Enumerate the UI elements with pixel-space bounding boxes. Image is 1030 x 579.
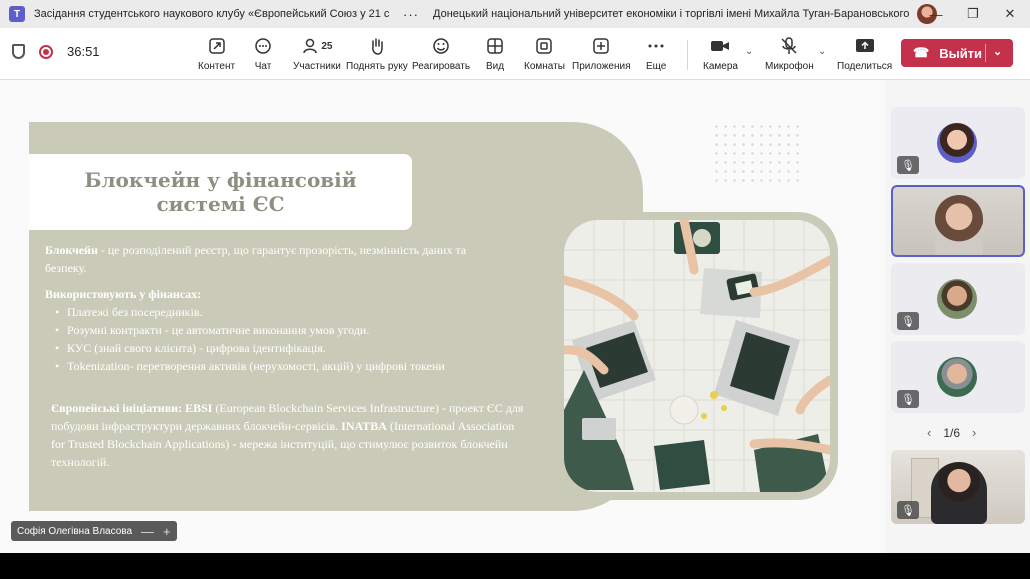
title-bar: T Засідання студентського наукового клуб… [0,0,1030,28]
meeting-timer: 36:51 [67,44,100,59]
list-item: Платежі без посередників. [45,303,515,321]
minimize-button[interactable]: — [916,0,956,28]
camera-icon [710,36,730,56]
react-button[interactable]: Реагировать [412,36,470,72]
list-item: КУС (знай свого клієнта) - цифрова ідент… [45,339,515,357]
zoom-out-icon[interactable]: — [141,524,154,539]
rooms-button[interactable]: Комнаты [524,36,565,72]
phone-hangup-icon: ☎ [913,45,930,60]
meeting-title: Засідання студентського наукового клубу … [34,8,389,20]
microphone-button[interactable]: Микрофон [765,36,814,72]
slide-title: Блокчейн у фінансовій системі ЄС [84,168,357,216]
participant-tile-active[interactable] [891,185,1025,257]
grid-icon [486,36,504,56]
avatar [937,357,977,397]
leave-options-chevron-icon[interactable]: ⌄ [993,45,1002,58]
presenter-name-tag[interactable]: Софія Олегівна Власова — + [11,521,177,541]
teams-meeting-window: T Засідання студентського наукового клуб… [0,0,1030,553]
mic-off-icon: 🎙 [897,390,919,408]
camera-options-chevron-icon[interactable]: ⌄ [745,46,753,57]
smiley-icon [432,36,450,56]
participants-button[interactable]: 25 Участники [293,36,341,72]
share-button[interactable]: Поделиться [837,36,892,72]
self-view-tile[interactable]: 🎙 [891,450,1025,524]
raise-hand-button[interactable]: Поднять руку [346,36,408,72]
finance-uses: Використовують у фінансах: Платежі без п… [45,285,515,375]
avatar [937,123,977,163]
plus-icon [592,36,610,56]
share-screen-icon [855,36,875,56]
prev-page-chevron-icon[interactable]: ‹ [927,425,931,440]
participant-tile[interactable]: 🎙 [891,107,1025,179]
leave-button[interactable]: ☎ Выйти ⌄ [901,39,1013,67]
self-video [931,462,987,524]
hand-icon [368,36,386,56]
close-button[interactable]: ✕ [990,0,1030,28]
list-item: Tokenization- перетворення активів (неру… [45,357,515,375]
participant-video [935,195,983,255]
participant-tile[interactable]: 🎙 [891,341,1025,413]
participants-count: 25 [321,40,333,52]
eu-initiatives: Європейські ініціативи: EBSI (European B… [51,401,524,469]
presenter-name: Софія Олегівна Власова [17,525,133,537]
chat-icon [254,36,272,56]
recording-icon [39,44,53,59]
mic-off-icon: 🎙 [897,312,919,330]
page-indicator: 1/6 [943,425,961,440]
mic-options-chevron-icon[interactable]: ⌄ [818,46,826,57]
content-button[interactable]: Контент [198,36,235,72]
avatar [937,279,977,319]
uses-heading: Використовують у фінансах: [45,287,202,301]
team-laptops-photo [564,220,830,492]
mic-off-icon [780,36,798,56]
participants-pager: ‹ 1/6 › [927,425,976,440]
participant-tile[interactable]: 🎙 [891,263,1025,335]
slide-photo-frame [556,212,838,500]
people-icon: 25 [301,36,332,56]
shared-content-stage: Блокчейн у фінансовій системі ЄС Блокчей… [0,80,885,553]
next-page-chevron-icon[interactable]: › [972,425,976,440]
share-content-icon [208,36,226,56]
list-item: Розумні контракти - це автоматичне викон… [45,321,515,339]
decorative-dot-grid [712,122,802,182]
toolbar-divider [687,40,688,70]
apps-button[interactable]: Приложения [572,36,631,72]
teams-logo: T [9,6,25,22]
restore-button[interactable]: ❐ [953,0,993,28]
mic-off-icon: 🎙 [897,156,919,174]
uses-list: Платежі без посередників. Розумні контра… [45,303,515,375]
slide-title-box: Блокчейн у фінансовій системі ЄС [29,154,412,230]
zoom-in-icon[interactable]: + [163,524,171,539]
more-dots-icon [647,36,665,56]
shield-icon[interactable] [12,44,25,59]
participants-rail: 🎙 🎙 🎙 ‹ 1/6 › 🎙 [885,80,1030,553]
more-button[interactable]: Еще [646,36,666,72]
mic-off-icon: 🎙 [897,501,919,519]
meeting-toolbar: 36:51 Контент Чат 25 Участники Поднять р… [0,28,1030,80]
organization-name: Донецький національний університет еконо… [433,8,910,20]
view-button[interactable]: Вид [486,36,504,72]
blockchain-definition: Блокчейн - це розподілений реєстр, що га… [45,243,467,275]
rooms-icon [535,36,553,56]
camera-button[interactable]: Камера [703,36,738,72]
more-options-icon[interactable]: ··· [403,7,419,22]
chat-button[interactable]: Чат [254,36,272,72]
